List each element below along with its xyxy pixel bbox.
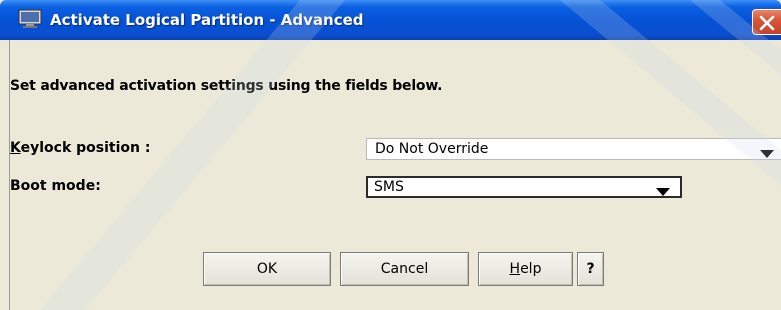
- instructions-text: Set advanced activation settings using t…: [10, 78, 443, 94]
- keylock-mnemonic: K: [10, 140, 21, 156]
- monitor-icon: [18, 9, 42, 29]
- context-help-button[interactable]: ?: [577, 252, 604, 286]
- boot-mode-selected-value: SMS: [374, 179, 404, 195]
- keylock-selected-value: Do Not Override: [375, 141, 489, 157]
- keylock-position-dropdown[interactable]: Do Not Override: [366, 138, 781, 160]
- help-label-rest: elp: [520, 261, 542, 277]
- keylock-position-label: Keylock position :: [10, 140, 150, 156]
- close-button[interactable]: [752, 9, 781, 35]
- chevron-down-icon[interactable]: [656, 184, 670, 200]
- boot-mode-label: Boot mode:: [10, 178, 101, 194]
- ok-button[interactable]: OK: [203, 252, 331, 286]
- window-title: Activate Logical Partition - Advanced: [50, 11, 364, 29]
- keylock-label-rest: eylock position :: [20, 140, 151, 156]
- help-mnemonic: H: [509, 261, 521, 277]
- cancel-button[interactable]: Cancel: [340, 252, 469, 286]
- chevron-down-icon[interactable]: [760, 146, 774, 162]
- dialog-window: Activate Logical Partition - Advanced Se…: [0, 0, 781, 310]
- boot-mode-dropdown[interactable]: SMS: [366, 176, 682, 198]
- help-button[interactable]: Help: [478, 252, 573, 286]
- title-bar[interactable]: Activate Logical Partition - Advanced: [0, 0, 781, 40]
